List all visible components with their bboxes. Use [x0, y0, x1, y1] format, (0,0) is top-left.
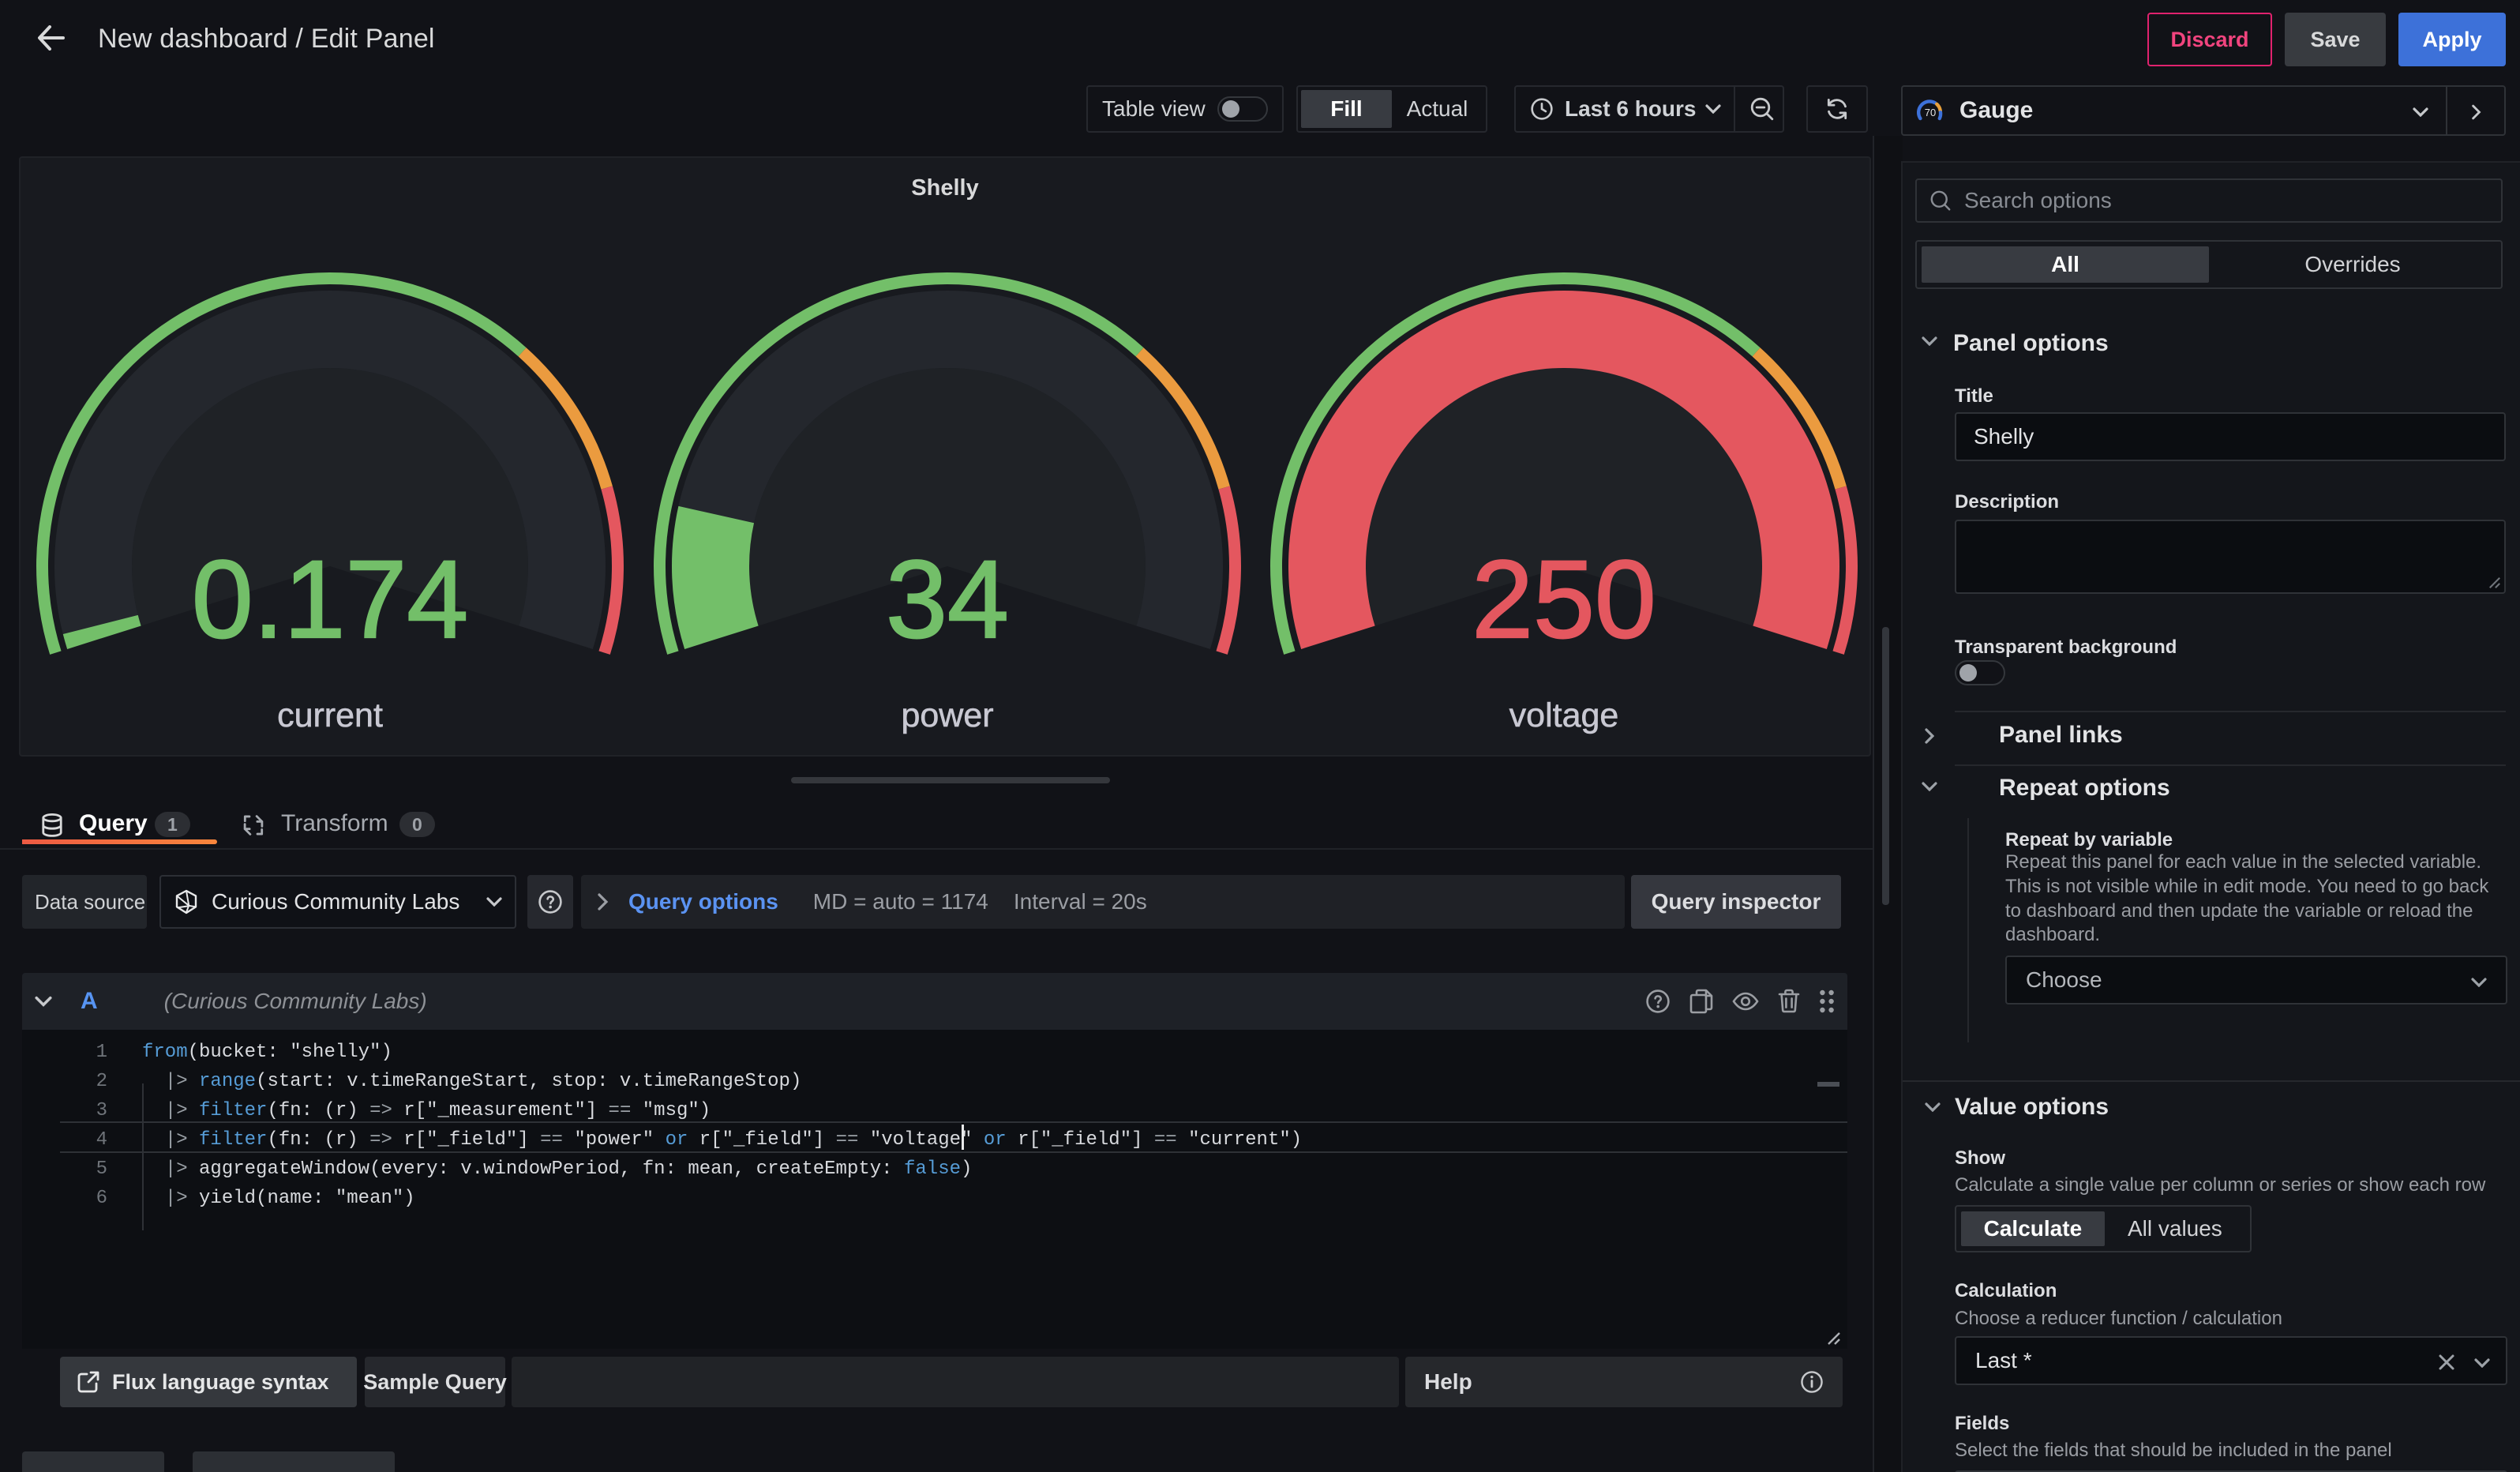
svg-text:70: 70	[1925, 107, 1936, 118]
